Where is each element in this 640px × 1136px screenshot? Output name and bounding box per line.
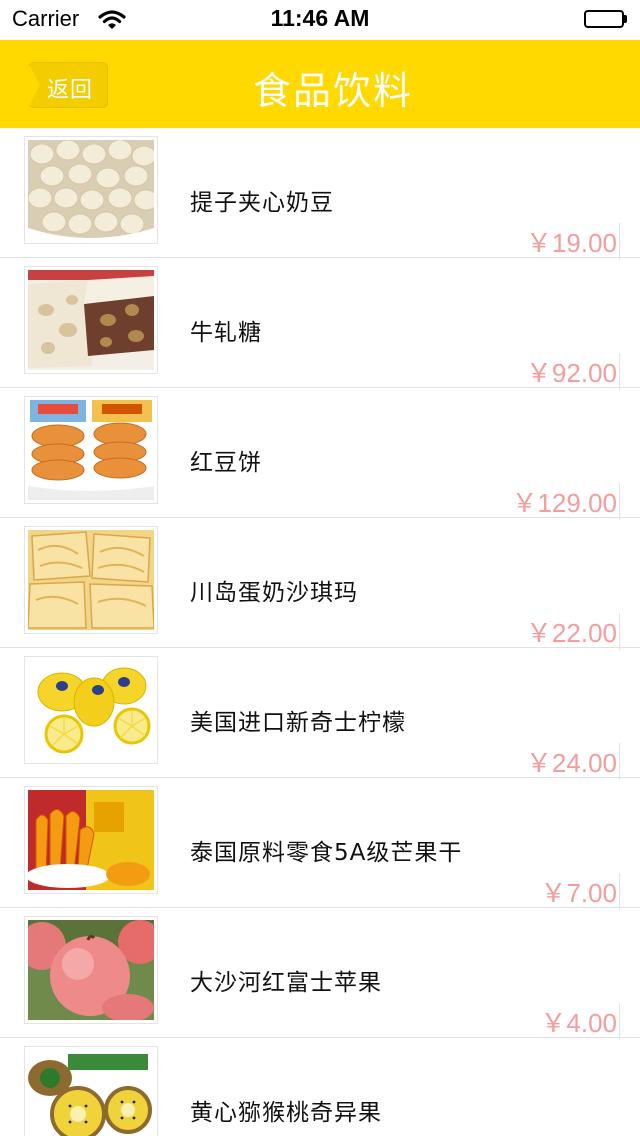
navigation-bar: 返回 食品饮料 <box>0 40 640 128</box>
product-name: 牛轧糖 <box>190 320 262 346</box>
product-name: 美国进口新奇士柠檬 <box>190 710 406 736</box>
product-thumbnail <box>24 916 158 1024</box>
product-price: ￥129.00 <box>507 483 620 520</box>
product-thumbnail <box>24 266 158 374</box>
product-price: ￥4.00 <box>536 1003 620 1040</box>
lemon-photo-icon <box>28 660 154 760</box>
product-thumbnail <box>24 1046 158 1136</box>
kiwi-photo-icon <box>28 1050 154 1136</box>
product-name: 提子夹心奶豆 <box>190 190 334 216</box>
product-thumbnail <box>24 526 158 634</box>
product-thumbnail <box>24 396 158 504</box>
status-bar: Carrier 11:46 AM <box>0 0 640 40</box>
product-row[interactable]: 红豆饼 ￥129.00 <box>0 388 640 520</box>
product-name: 大沙河红富士苹果 <box>190 970 382 996</box>
product-row[interactable]: 大沙河红富士苹果 ￥4.00 <box>0 908 640 1040</box>
product-name: 红豆饼 <box>190 450 262 476</box>
product-row[interactable]: 泰国原料零食5A级芒果干 ￥7.00 <box>0 778 640 910</box>
page-title: 食品饮料 <box>252 69 413 113</box>
product-price: ￥7.00 <box>536 873 620 910</box>
product-row[interactable]: 美国进口新奇士柠檬 ￥24.00 <box>0 648 640 780</box>
nougat-photo-icon <box>28 270 154 370</box>
product-row[interactable]: 川岛蛋奶沙琪玛 ￥22.00 <box>0 518 640 650</box>
product-price: ￥92.00 <box>521 353 620 390</box>
product-thumbnail <box>24 136 158 244</box>
product-name: 泰国原料零食5A级芒果干 <box>190 840 463 866</box>
product-list[interactable]: 提子夹心奶豆 ￥19.00 牛轧糖 ￥92.00 红豆饼 ￥129.00 川岛蛋… <box>0 128 640 1136</box>
product-row[interactable]: 黄心猕猴桃奇异果 <box>0 1038 640 1136</box>
product-name: 川岛蛋奶沙琪玛 <box>190 580 358 606</box>
apple-photo-icon <box>28 920 154 1020</box>
product-row[interactable]: 提子夹心奶豆 ￥19.00 <box>0 128 640 260</box>
dried-mango-photo-icon <box>28 790 154 890</box>
product-price: ￥22.00 <box>521 613 620 650</box>
product-thumbnail <box>24 656 158 764</box>
clock-label: 11:46 AM <box>270 5 370 31</box>
battery-icon <box>584 10 628 30</box>
sachima-photo-icon <box>28 530 154 630</box>
red-bean-cake-photo-icon <box>28 400 154 500</box>
product-price: ￥19.00 <box>521 223 620 260</box>
product-price: ￥24.00 <box>521 743 620 780</box>
product-thumbnail <box>24 786 158 894</box>
product-name: 黄心猕猴桃奇异果 <box>190 1100 382 1126</box>
milk-candy-photo-icon <box>28 140 154 240</box>
product-row[interactable]: 牛轧糖 ￥92.00 <box>0 258 640 390</box>
